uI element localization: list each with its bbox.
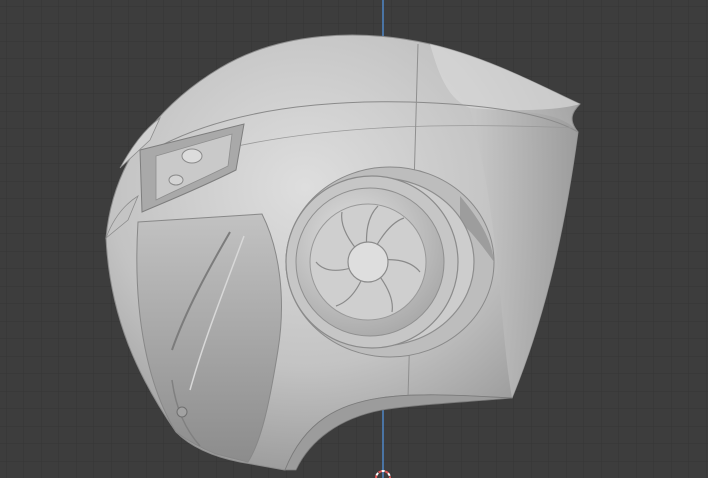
fan-hub [347,241,389,283]
viewport-canvas[interactable] [0,0,708,478]
ear-vent[interactable] [285,166,495,358]
3d-viewport[interactable] [0,0,708,478]
visor-bolt-1 [181,148,203,164]
chin-bolt [176,406,188,418]
visor-bolt-2 [168,174,184,186]
